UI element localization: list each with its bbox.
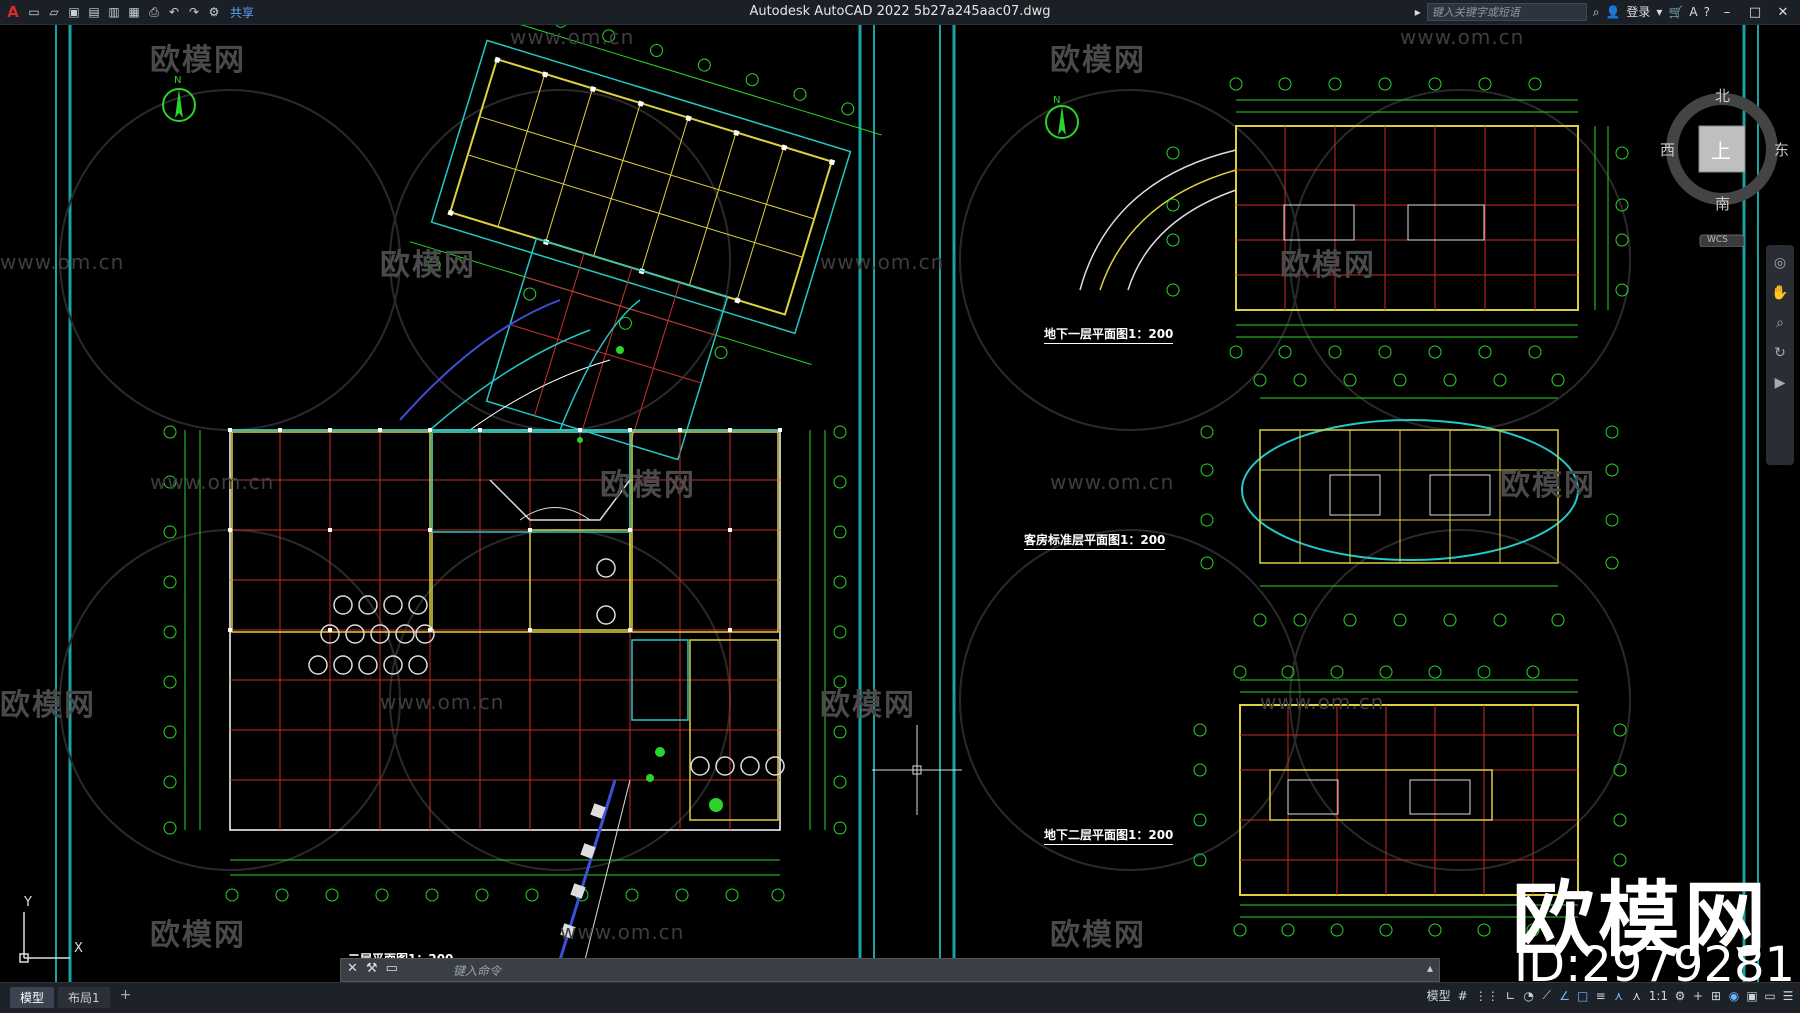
annotation-visibility-icon[interactable]: ⋏ [1613,989,1625,1003]
polar-icon[interactable]: ◔ [1523,989,1535,1003]
watermark-brand: 欧模网 [1050,918,1146,953]
command-icon[interactable]: ▭ [386,961,398,976]
autodesk-app-icon[interactable]: A [1689,0,1697,24]
watermark-brand: 欧模网 [150,43,246,78]
watermark-url: www.om.cn [380,690,505,714]
watermark-brand: 欧模网 [600,468,696,503]
gear-icon[interactable]: ⚙ [1674,989,1686,1003]
help-icon[interactable]: ? [1704,0,1710,24]
orbit-icon[interactable]: ↻ [1766,345,1794,361]
cart-icon[interactable]: 🛒 [1668,0,1683,24]
user-icon[interactable]: 👤 [1605,0,1620,24]
redo-icon[interactable]: ↷ [186,4,202,20]
watermark-url: www.om.cn [510,25,635,49]
drawing-title-basement2: 地下二层平面图1：200 [1044,826,1174,845]
pan-icon[interactable]: ✋ [1766,285,1794,301]
quick-access-toolbar: A ▭ ▱ ▣ ▤ ▥ ▦ ⎙ ↶ ↷ ⚙ 共享 [0,0,254,24]
isodraft-icon[interactable]: ⟋ [1541,988,1553,1003]
viewcube-west[interactable]: 西 [1660,139,1675,160]
search-icon[interactable]: ⌕ [1593,0,1600,24]
save-web-icon[interactable]: ▦ [126,4,142,20]
north-label: N [1053,95,1061,106]
drawing-title-typical-floor: 客房标准层平面图1：200 [1024,531,1166,550]
undo-icon[interactable]: ↶ [166,4,182,20]
save-icon[interactable]: ▣ [66,4,82,20]
open-icon[interactable]: ▱ [46,4,62,20]
open-web-icon[interactable]: ▥ [106,4,122,20]
basement1-plan [1079,77,1629,359]
status-bar: 模型 布局1 + 模型 # ⋮⋮ ∟ ◔ ⟋ ∠ □ ≡ ⋏ ⋏ 1:1 ⚙ +… [0,982,1800,1013]
menu-icon[interactable]: ☰ [1782,989,1794,1003]
title-bar: A ▭ ▱ ▣ ▤ ▥ ▦ ⎙ ↶ ↷ ⚙ 共享 Autodesk AutoCA… [0,0,1800,25]
viewcube-north[interactable]: 北 [1715,85,1730,106]
floor2-plan [163,346,847,961]
workspace-icon[interactable]: ⚙ [206,4,222,20]
new-icon[interactable]: ▭ [26,4,42,20]
close-icon[interactable]: ✕ [1772,5,1794,20]
grid-icon[interactable]: # [1457,989,1469,1003]
wcs-menu[interactable]: WCS [1707,235,1728,245]
minimize-icon[interactable]: – [1716,5,1738,20]
crosshair-cursor [872,725,962,815]
annotation-scale[interactable]: 1:1 [1649,989,1668,1003]
command-input[interactable]: 键入命令 [453,962,501,979]
viewcube-east[interactable]: 东 [1774,139,1789,160]
osnap-icon[interactable]: □ [1577,989,1589,1003]
watermark-url: www.om.cn [1050,470,1175,494]
search-input[interactable]: 键入关键字或短语 [1426,3,1587,21]
ucs-x-label: X [74,941,83,956]
login-button[interactable]: 登录 [1626,0,1650,24]
zoom-icon[interactable]: ⌕ [1766,315,1794,331]
ucs-icon [19,912,70,963]
watermark-brand: 欧模网 [1050,43,1146,78]
model-space-button[interactable]: 模型 [1427,987,1451,1004]
add-layout-button[interactable]: + [114,987,138,1008]
watermark-brand: 欧模网 [150,918,246,953]
drawing-canvas[interactable]: Y X N N 地下一层平面图1：200 客房标准层平面图1：200 地下二层平… [0,25,1800,993]
lineweight-icon[interactable]: ≡ [1595,989,1607,1003]
watermark-brand: 欧模网 [820,688,916,723]
maximize-icon[interactable]: □ [1744,5,1766,20]
chevron-down-icon[interactable]: ▾ [1656,0,1662,24]
watermark-brand: 欧模网 [0,688,96,723]
ortho-icon[interactable]: ∟ [1505,989,1517,1003]
navigation-bar[interactable]: ◎ ✋ ⌕ ↻ ▶ [1766,245,1794,465]
drawing-title-basement1: 地下一层平面图1：200 [1044,325,1174,344]
watermark-url: www.om.cn [1260,690,1385,714]
chevron-up-icon[interactable]: ▴ [1427,961,1433,975]
wrench-icon[interactable]: ⚒ [366,961,378,976]
osnap-tracking-icon[interactable]: ∠ [1559,989,1571,1003]
units-icon[interactable]: ⊞ [1710,989,1722,1003]
expand-arrow-icon[interactable]: ▸ [1415,0,1421,24]
share-button[interactable]: 共享 [230,4,254,21]
viewcube[interactable]: 北 南 西 东 上 WCS [1660,85,1790,247]
autoscale-icon[interactable]: ⋏ [1631,989,1643,1003]
saveas-icon[interactable]: ▤ [86,4,102,20]
watermark-url: www.om.cn [150,470,275,494]
tab-layout1[interactable]: 布局1 [58,987,110,1008]
watermark-brand: 欧模网 [1280,248,1376,283]
plus-icon[interactable]: + [1692,989,1704,1003]
viewcube-south[interactable]: 南 [1715,193,1730,214]
watermark-url: www.om.cn [0,250,125,274]
ucs-y-label: Y [24,895,32,910]
command-line[interactable]: ✕ ⚒ ▭ 键入命令 ▴ [340,958,1440,982]
snap-icon[interactable]: ⋮⋮ [1475,989,1499,1003]
viewcube-top-face[interactable]: 上 [1711,135,1731,164]
watermark-brand: 欧模网 [1500,468,1596,503]
plot-icon[interactable]: ⎙ [146,4,162,20]
close-icon[interactable]: ✕ [347,961,358,976]
watermark-url: www.om.cn [560,920,685,944]
watermark-url: www.om.cn [1400,25,1525,49]
isolate-icon[interactable]: ◉ [1728,989,1740,1003]
clean-screen-icon[interactable]: ▭ [1764,989,1776,1003]
watermark-brand: 欧模网 [380,248,476,283]
showmotion-icon[interactable]: ▶ [1766,375,1794,391]
steering-wheel-icon[interactable]: ◎ [1766,255,1794,271]
hardware-accel-icon[interactable]: ▣ [1746,989,1758,1003]
tab-model[interactable]: 模型 [10,987,55,1008]
watermark-url: www.om.cn [820,250,945,274]
autocad-app-icon[interactable]: A [4,3,22,21]
